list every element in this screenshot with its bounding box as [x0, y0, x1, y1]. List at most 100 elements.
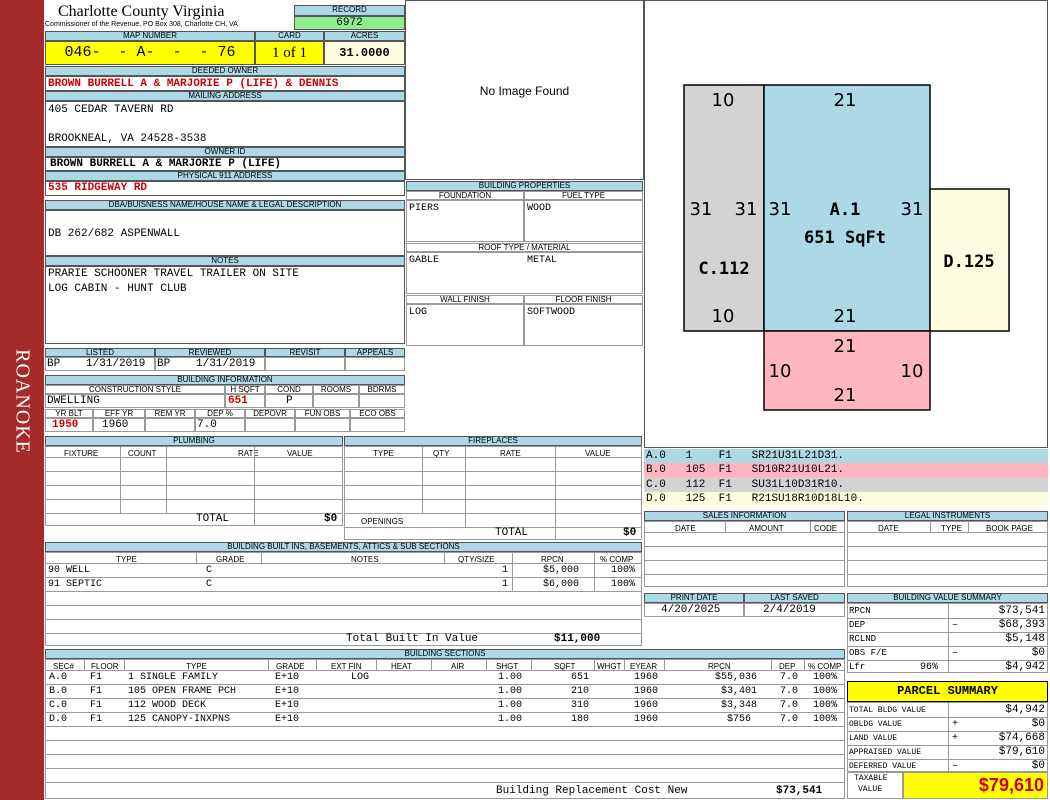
reviewed-label: REVIEWED — [155, 348, 265, 357]
sales-date-label: DATE — [675, 524, 696, 533]
sec-dep: 7.0 — [780, 714, 799, 725]
sketch-b-bottom: 21 — [834, 385, 857, 406]
sketch-d-label: D.125 — [943, 252, 994, 272]
value-row-sign: – — [952, 620, 959, 631]
legend-row: C.0 112 F1 SU31L10D31R10. — [644, 478, 1048, 492]
fireplaces-box: TYPE QTY RATE VALUE OPENINGS TOTAL $0 — [344, 446, 642, 540]
sketch-b-top: 21 — [834, 336, 857, 357]
floor-finish: SOFTWOOD — [527, 307, 576, 318]
built-in-type: 90 WELL — [48, 565, 91, 576]
sec-type: 105 OPEN FRAME PCH — [128, 686, 237, 697]
parcel-row-label: TOTAL BLDG VALUE — [849, 706, 926, 715]
sec-dep: 7.0 — [780, 700, 799, 711]
funobs-box — [295, 418, 350, 432]
print-date: 4/20/2025 — [661, 604, 721, 616]
physical-address-label: PHYSICAL 911 ADDRESS — [45, 171, 405, 181]
sec-shgt: 1.00 — [498, 672, 523, 683]
legal-type-label: TYPE — [941, 524, 962, 533]
notes-line-2: LOG CABIN - HUNT CLUB — [48, 283, 187, 295]
foundation: PIERS — [409, 203, 440, 214]
sec-dep: 7.0 — [780, 686, 799, 697]
sec-rpcn: $756 — [727, 714, 752, 725]
sec-col-air: AIR — [451, 662, 465, 671]
wall-finish-label: WALL FINISH — [406, 295, 524, 304]
sketch-c-label: C.112 — [698, 259, 749, 279]
listed-box: BP 1/31/2019 — [45, 357, 155, 371]
fuel-box: WOOD — [524, 200, 643, 242]
legal-book-label: BOOK PAGE — [986, 524, 1033, 533]
parcel-summary-title: PARCEL SUMMARY — [847, 681, 1048, 702]
sketch-a-bottom: 21 — [834, 306, 857, 327]
owner-id: BROWN BURRELL A & MARJORIE P (LIFE) — [50, 158, 282, 170]
sketch-a-right: 31 — [901, 199, 924, 220]
floor-box: SOFTWOOD — [524, 304, 643, 346]
parcel-row-value: $4,942 — [1005, 704, 1045, 716]
deeded-owner-box: BROWN BURRELL A & MARJORIE P (LIFE) & DE… — [45, 76, 405, 91]
sec-num: C.0 — [49, 700, 68, 711]
value-row-label: RCLND — [849, 634, 877, 644]
dba-box: DB 262/682 ASPENWALL — [45, 210, 405, 256]
last-saved-label: LAST SAVED — [744, 593, 845, 603]
depovr-box — [245, 418, 295, 432]
sec-sqft: 210 — [571, 686, 590, 697]
depovr-label: DEPOVR — [245, 409, 295, 418]
value-row-label: DEP — [849, 620, 866, 630]
fireplaces-type-label: TYPE — [373, 449, 394, 458]
rooms-box — [313, 394, 359, 408]
sales-box: DATE AMOUNT CODE — [644, 521, 845, 587]
remyr-box — [145, 418, 195, 432]
sec-rpcn: $3,348 — [721, 700, 758, 711]
fireplaces-openings-label: OPENINGS — [361, 517, 404, 526]
fireplaces-total: $0 — [623, 527, 637, 539]
built-in-grade: C — [206, 579, 213, 590]
parcel-summary-box: TOTAL BLDG VALUE $4,942 OBLDG VALUE + $0… — [847, 702, 1048, 772]
sec-grade: E+10 — [275, 700, 300, 711]
value-row-value: $0 — [1031, 647, 1045, 659]
built-in-type: 91 SEPTIC — [48, 579, 103, 590]
ecoobs-box — [350, 418, 405, 432]
sec-col-whgt: WHGT — [597, 662, 622, 671]
sketch-a-label: A.1 — [830, 200, 861, 220]
built-ins-col-type: TYPE — [116, 555, 137, 564]
parcel-row-value: $79,610 — [998, 746, 1045, 758]
dep-box: 7.0 — [195, 418, 245, 432]
wall-finish: LOG — [409, 307, 428, 318]
yrblt-label: YR BLT — [45, 409, 93, 418]
parcel-row-sign: + — [952, 719, 959, 730]
side-strip: ROANOKE — [0, 0, 44, 800]
legend-row: B.0 105 F1 SD10R21U10L21. — [644, 463, 1048, 478]
sec-comp: 100% — [813, 686, 838, 697]
parcel-row-value: $0 — [1031, 718, 1045, 730]
yrblt-box: 1950 — [45, 418, 93, 432]
mailing-address-label: MAILING ADDRESS — [45, 91, 405, 101]
print-date-box: 4/20/2025 — [644, 603, 744, 617]
dba-text: DB 262/682 ASPENWALL — [48, 228, 181, 240]
sections-total: $73,541 — [776, 785, 823, 797]
roof-box: GABLE METAL — [406, 252, 643, 294]
sales-code-label: CODE — [814, 524, 838, 533]
hsqft-box: 651 — [225, 394, 265, 408]
sketch-b-right: 10 — [901, 361, 924, 382]
reviewed-by: BP — [157, 358, 171, 370]
built-in-grade: C — [206, 565, 213, 576]
fireplaces-value-label: VALUE — [585, 449, 611, 458]
building-sketch: 10 21 31 31 31 31 10 21 21 10 10 21 A.1 … — [683, 84, 1010, 411]
sketch-b-left: 10 — [769, 361, 792, 382]
map-number-label: MAP NUMBER — [45, 31, 255, 41]
sec-comp: 100% — [813, 714, 838, 725]
roof-type: GABLE — [409, 255, 440, 266]
sec-eyear: 1960 — [634, 672, 659, 683]
built-ins-col-notes: NOTES — [351, 555, 379, 564]
fuel-type: WOOD — [527, 203, 552, 214]
fireplaces-total-label: TOTAL — [495, 527, 529, 539]
fireplaces-qty-label: QTY — [433, 449, 450, 458]
taxable-label-2: VALUE — [858, 785, 883, 794]
appeals-box — [345, 357, 405, 371]
value-row-value: $73,541 — [998, 605, 1045, 617]
physical-address: 535 RIDGEWAY RD — [48, 182, 148, 194]
parcel-row-sign: + — [952, 733, 959, 744]
legend-row: A.0 1 F1 SR21U31L21D31. — [644, 449, 1048, 463]
building-properties-label: BUILDING PROPERTIES — [406, 181, 643, 191]
sec-dep: 7.0 — [780, 672, 799, 683]
built-ins-total: $11,000 — [554, 633, 601, 645]
